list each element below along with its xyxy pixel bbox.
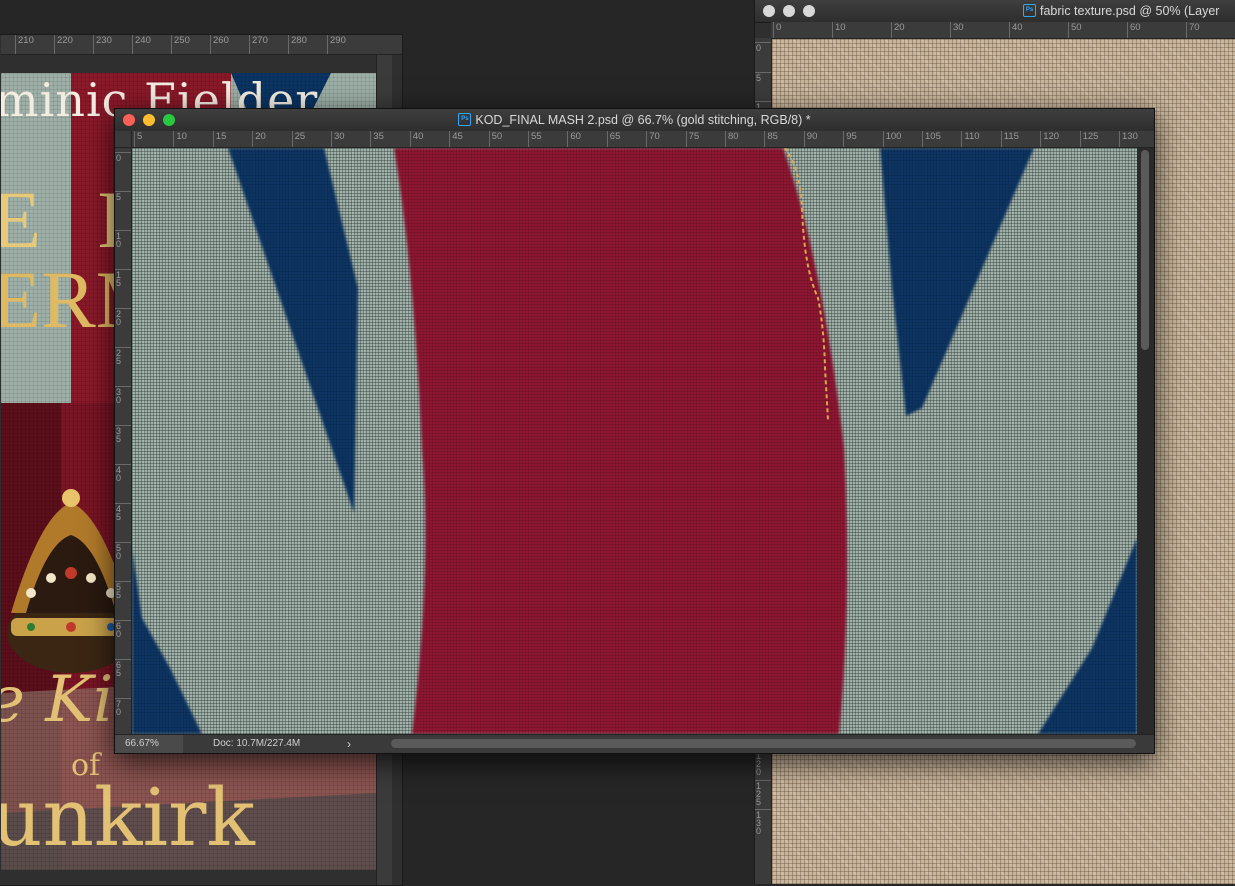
horizontal-scrollbar[interactable]	[391, 739, 1136, 748]
ruler-tick: 55	[115, 581, 131, 600]
main-titlebar[interactable]: Ps KOD_FINAL MASH 2.psd @ 66.7% (gold sti…	[115, 109, 1154, 132]
zoom-button[interactable]	[163, 114, 175, 126]
ruler-tick: 130	[755, 809, 771, 836]
status-bar: 66.67% Doc: 10.7M/227.4M ›	[115, 734, 1154, 753]
zoom-button-inactive[interactable]	[803, 5, 815, 17]
cover-horizontal-ruler: 210 220 230 240 250 260 270 280 290	[1, 35, 402, 55]
ruler-tick: 110	[961, 131, 980, 147]
main-canvas[interactable]	[132, 148, 1137, 734]
ruler-tick: 250	[171, 35, 190, 54]
ruler-tick: 220	[54, 35, 73, 54]
minimize-button[interactable]	[143, 114, 155, 126]
ruler-tick: 40	[409, 131, 423, 147]
close-button[interactable]	[123, 114, 135, 126]
ruler-tick: 10	[173, 131, 187, 147]
ruler-tick: 10	[832, 22, 846, 38]
ruler-tick: 0	[773, 22, 781, 38]
ruler-tick: 35	[115, 425, 131, 444]
ruler-tick: 50	[115, 542, 131, 561]
ruler-tick: 280	[288, 35, 307, 54]
ruler-tick: 105	[922, 131, 941, 147]
ruler-tick: 80	[725, 131, 739, 147]
cover-subtitle-line-1: e Ki	[1, 663, 114, 737]
ruler-tick: 25	[115, 347, 131, 366]
ruler-tick: 260	[210, 35, 229, 54]
ruler-tick: 210	[15, 35, 34, 54]
union-flag-artwork	[132, 148, 1137, 734]
ruler-tick: 0	[115, 152, 131, 163]
doc-size-info: Doc: 10.7M/227.4M	[213, 738, 301, 749]
ruler-tick: 70	[1186, 22, 1200, 38]
ruler-tick: 60	[567, 131, 581, 147]
ruler-tick: 40	[115, 464, 131, 483]
ps-icon: Ps	[1023, 4, 1036, 18]
fabric-window-title: fabric texture.psd @ 50% (Layer	[1040, 4, 1220, 18]
ruler-tick: 20	[115, 308, 131, 327]
fabric-titlebar[interactable]: Ps fabric texture.psd @ 50% (Layer	[755, 0, 1235, 23]
ruler-tick: 125	[1079, 131, 1098, 147]
zoom-level-field[interactable]: 66.67%	[115, 735, 183, 753]
ruler-tick: 230	[93, 35, 112, 54]
ruler-tick: 115	[1000, 131, 1019, 147]
ruler-tick: 15	[212, 131, 226, 147]
ruler-tick: 20	[891, 22, 905, 38]
ruler-corner	[115, 131, 132, 148]
ruler-tick: 75	[685, 131, 699, 147]
cover-subtitle-line-3: unkirk	[1, 771, 255, 864]
main-window-title: KOD_FINAL MASH 2.psd @ 66.7% (gold stitc…	[475, 113, 811, 127]
ruler-tick: 90	[803, 131, 817, 147]
ruler-tick: 95	[843, 131, 857, 147]
main-horizontal-ruler: 5 10 15 20 25 30 35 40 45 50 55 60 65 70 75 80 85 90 95 100…	[132, 131, 1154, 148]
ruler-tick: 35	[370, 131, 384, 147]
ruler-tick: 120	[1040, 131, 1059, 147]
ruler-tick: 10	[115, 230, 131, 249]
main-vertical-ruler: 0 5 10 15 20 25 30 35 40 45 50 55 60 65 70	[115, 148, 132, 734]
ruler-tick: 60	[115, 620, 131, 639]
status-menu-arrow-icon[interactable]: ›	[347, 735, 351, 753]
ruler-tick: 100	[882, 131, 901, 147]
ruler-tick: 65	[115, 659, 131, 678]
ruler-tick: 45	[449, 131, 463, 147]
vertical-scroll-thumb[interactable]	[1141, 150, 1149, 350]
ruler-tick: 30	[115, 386, 131, 405]
ruler-tick: 65	[606, 131, 620, 147]
vertical-scrollbar[interactable]	[1137, 148, 1154, 734]
ruler-tick: 125	[755, 779, 771, 806]
minimize-button-inactive[interactable]	[783, 5, 795, 17]
ruler-tick: 40	[1009, 22, 1023, 38]
ps-icon: Ps	[458, 113, 472, 127]
ruler-tick: 45	[115, 503, 131, 522]
ruler-tick: 50	[1068, 22, 1082, 38]
ruler-tick: 15	[115, 269, 131, 288]
ruler-tick: 70	[115, 698, 131, 717]
close-button-inactive[interactable]	[763, 5, 775, 17]
ruler-tick: 70	[646, 131, 660, 147]
ruler-tick: 270	[249, 35, 268, 54]
ruler-tick: 10	[755, 101, 771, 120]
ruler-tick: 85	[764, 131, 778, 147]
ruler-tick: 5	[755, 71, 771, 82]
ruler-tick: 50	[488, 131, 502, 147]
ruler-tick: 20	[252, 131, 266, 147]
ruler-tick: 5	[134, 131, 142, 147]
ruler-tick: 30	[331, 131, 345, 147]
main-document-window[interactable]: Ps KOD_FINAL MASH 2.psd @ 66.7% (gold sti…	[114, 108, 1155, 754]
ruler-tick: 30	[950, 22, 964, 38]
ruler-tick: 55	[528, 131, 542, 147]
ruler-tick: 0	[755, 42, 771, 53]
fabric-horizontal-ruler: 0 10 20 30 40 50 60 70	[771, 22, 1235, 39]
ruler-tick: 130	[1119, 131, 1138, 147]
ruler-tick: 240	[132, 35, 151, 54]
ruler-tick: 25	[291, 131, 305, 147]
ruler-tick: 290	[327, 35, 346, 54]
ruler-tick: 5	[115, 191, 131, 202]
ruler-tick: 60	[1127, 22, 1141, 38]
